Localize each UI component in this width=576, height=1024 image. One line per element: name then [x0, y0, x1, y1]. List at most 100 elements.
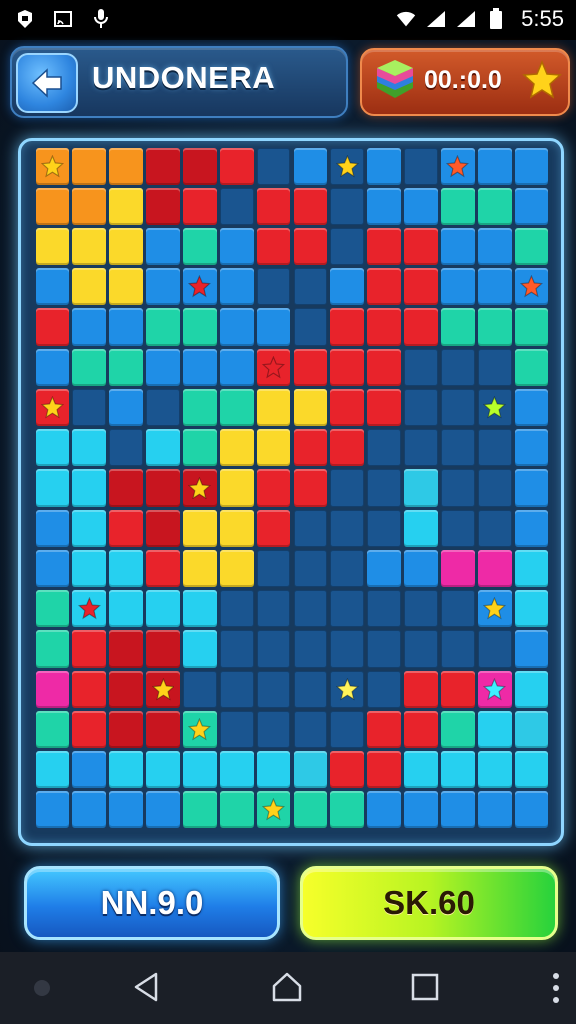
board-cell[interactable] [514, 227, 549, 266]
board-cell[interactable] [182, 147, 217, 185]
board-cell[interactable] [219, 147, 254, 185]
board-cell[interactable] [72, 147, 107, 185]
board-cell[interactable] [514, 268, 549, 306]
board-cell[interactable] [219, 308, 254, 346]
board-cell[interactable] [146, 469, 180, 507]
board-cell[interactable] [182, 549, 217, 588]
board-cell[interactable] [109, 670, 144, 708]
board-cell[interactable] [477, 751, 512, 789]
board-cell[interactable] [367, 187, 402, 225]
board-cell[interactable] [182, 751, 217, 789]
board-cell[interactable] [35, 388, 70, 427]
board-cell[interactable] [219, 751, 254, 789]
board-cell[interactable] [440, 348, 475, 386]
board-cell[interactable] [182, 429, 217, 467]
board-cell[interactable] [330, 469, 365, 507]
board-cell[interactable] [256, 751, 291, 789]
board-cell[interactable] [477, 630, 512, 668]
board-cell[interactable] [514, 187, 549, 225]
board-cell[interactable] [367, 549, 402, 588]
board-cell[interactable] [146, 429, 180, 467]
board-cell[interactable] [146, 187, 180, 225]
board-cell[interactable] [146, 227, 180, 266]
board-cell[interactable] [440, 791, 475, 829]
board-cell[interactable] [477, 509, 512, 547]
board-cell[interactable] [182, 590, 217, 628]
board-cell[interactable] [219, 469, 254, 507]
board-cell[interactable] [35, 549, 70, 588]
board-cell[interactable] [330, 791, 365, 829]
board-cell[interactable] [146, 388, 180, 427]
board-cell[interactable] [109, 710, 144, 749]
board-cell[interactable] [219, 590, 254, 628]
board-cell[interactable] [330, 187, 365, 225]
board-cell[interactable] [256, 469, 291, 507]
board-cell[interactable] [404, 308, 438, 346]
board-cell[interactable] [440, 308, 475, 346]
board-cell[interactable] [256, 630, 291, 668]
board-cell[interactable] [146, 509, 180, 547]
board-cell[interactable] [330, 227, 365, 266]
board-cell[interactable] [440, 268, 475, 306]
board-cell[interactable] [477, 429, 512, 467]
board-cell[interactable] [256, 308, 291, 346]
board-cell[interactable] [440, 388, 475, 427]
back-button[interactable] [16, 53, 78, 113]
board-cell[interactable] [219, 187, 254, 225]
board-cell[interactable] [35, 268, 70, 306]
board-cell[interactable] [35, 469, 70, 507]
board-cell[interactable] [367, 388, 402, 427]
board-cell[interactable] [256, 509, 291, 547]
board-cell[interactable] [514, 630, 549, 668]
board-cell[interactable] [404, 509, 438, 547]
board-cell[interactable] [109, 630, 144, 668]
board-cell[interactable] [109, 429, 144, 467]
board-cell[interactable] [182, 710, 217, 749]
board-cell[interactable] [182, 388, 217, 427]
board-cell[interactable] [109, 348, 144, 386]
board-cell[interactable] [367, 227, 402, 266]
board-cell[interactable] [477, 187, 512, 225]
board-cell[interactable] [404, 590, 438, 628]
board-cell[interactable] [35, 710, 70, 749]
board-cell[interactable] [367, 791, 402, 829]
board-cell[interactable] [256, 348, 291, 386]
board-cell[interactable] [440, 549, 475, 588]
board-cell[interactable] [219, 388, 254, 427]
board-cell[interactable] [182, 509, 217, 547]
game-board[interactable] [34, 146, 550, 830]
board-cell[interactable] [514, 751, 549, 789]
board-cell[interactable] [146, 147, 180, 185]
board-cell[interactable] [404, 469, 438, 507]
board-cell[interactable] [330, 348, 365, 386]
board-cell[interactable] [146, 791, 180, 829]
board-cell[interactable] [146, 710, 180, 749]
board-cell[interactable] [72, 227, 107, 266]
board-cell[interactable] [219, 549, 254, 588]
board-cell[interactable] [72, 791, 107, 829]
board-cell[interactable] [35, 509, 70, 547]
board-cell[interactable] [109, 227, 144, 266]
board-cell[interactable] [256, 147, 291, 185]
board-cell[interactable] [514, 791, 549, 829]
board-cell[interactable] [182, 630, 217, 668]
board-cell[interactable] [293, 429, 328, 467]
board-cell[interactable] [440, 670, 475, 708]
board-cell[interactable] [293, 187, 328, 225]
board-cell[interactable] [109, 509, 144, 547]
board-cell[interactable] [477, 590, 512, 628]
board-cell[interactable] [293, 147, 328, 185]
right-action-button[interactable]: SK.60 [300, 866, 558, 940]
board-cell[interactable] [404, 227, 438, 266]
board-cell[interactable] [35, 429, 70, 467]
board-cell[interactable] [330, 388, 365, 427]
left-action-button[interactable]: NN.9.0 [24, 866, 280, 940]
board-cell[interactable] [109, 187, 144, 225]
board-cell[interactable] [109, 751, 144, 789]
board-cell[interactable] [72, 268, 107, 306]
board-cell[interactable] [514, 388, 549, 427]
board-cell[interactable] [330, 590, 365, 628]
board-cell[interactable] [72, 549, 107, 588]
board-cell[interactable] [35, 187, 70, 225]
board-cell[interactable] [35, 590, 70, 628]
